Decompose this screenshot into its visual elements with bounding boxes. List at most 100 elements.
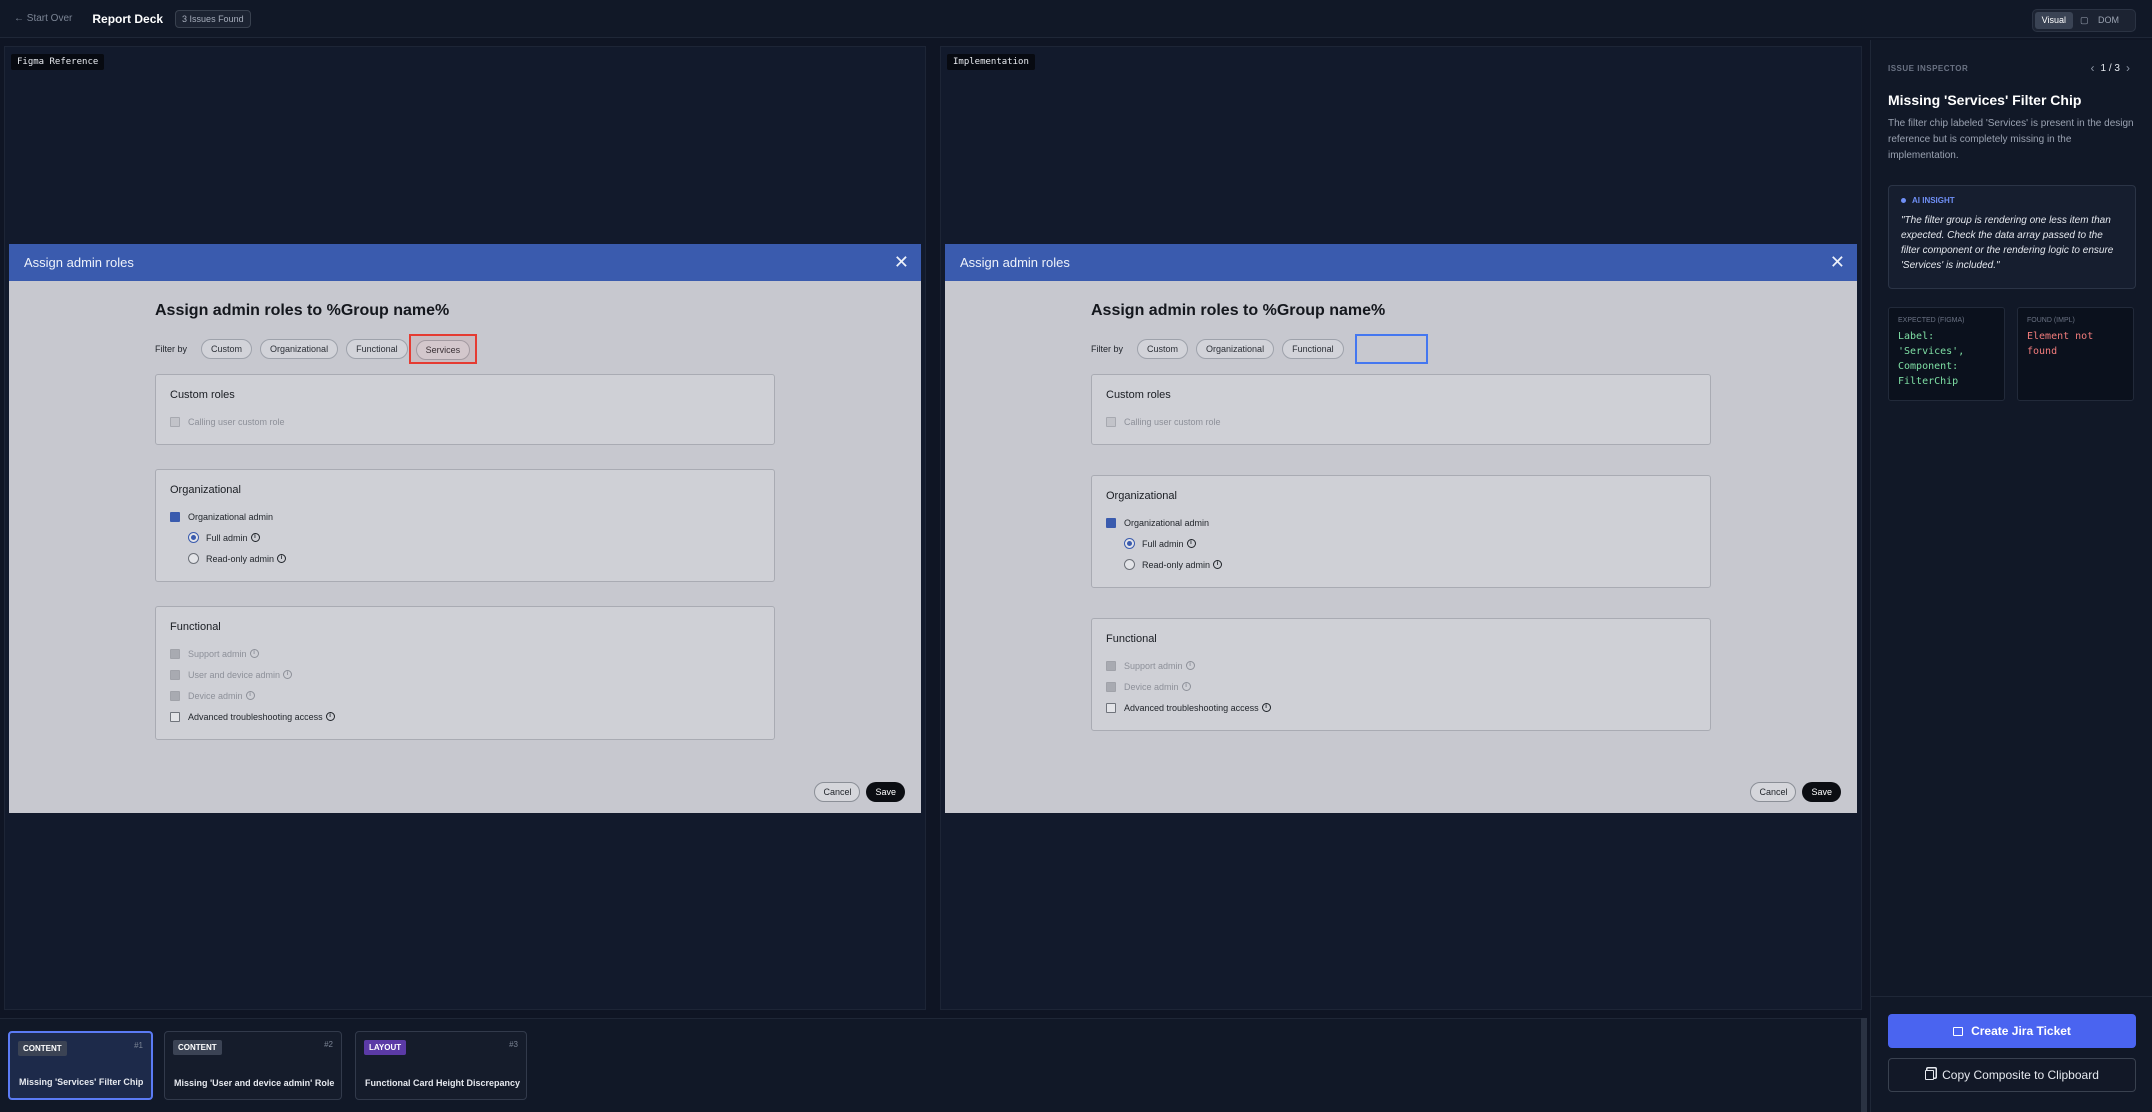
- option-label: Read-only admin: [206, 553, 275, 564]
- issue-card-title: Missing 'User and device admin' Role: [174, 1078, 335, 1088]
- copy-icon: [1925, 1070, 1935, 1080]
- checkbox[interactable]: [170, 648, 180, 659]
- issue-card-2[interactable]: CONTENT #2 Missing 'User and device admi…: [164, 1031, 342, 1100]
- info-icon: i: [1186, 539, 1196, 548]
- issue-number: #3: [509, 1040, 518, 1049]
- radio-button[interactable]: [188, 553, 199, 564]
- checkbox[interactable]: [1106, 702, 1116, 713]
- issue-pager: ‹ 1 / 3 ›: [2085, 61, 2136, 75]
- option-row: Organizational admin: [1106, 512, 1696, 533]
- option-row: Device admin i: [1106, 676, 1696, 697]
- create-jira-ticket-button[interactable]: Create Jira Ticket: [1888, 1014, 2136, 1048]
- radio-button[interactable]: [1124, 559, 1135, 570]
- found-value: Element not found: [2027, 331, 2094, 357]
- radio-button[interactable]: [1124, 538, 1135, 549]
- expected-value: Label: 'Services', Component: FilterChip: [1898, 331, 1965, 387]
- filter-row: Filter by Custom Organizational Function…: [155, 334, 775, 364]
- copy-composite-button[interactable]: Copy Composite to Clipboard: [1888, 1058, 2136, 1092]
- checkbox[interactable]: [1106, 517, 1116, 528]
- option-label: Device admin: [188, 690, 243, 701]
- category-tag: CONTENT: [173, 1040, 222, 1055]
- dialog-title: Assign admin roles to %Group name%: [1091, 302, 1386, 319]
- card-title: Organizational: [1106, 490, 1177, 502]
- inspector-header: ISSUE INSPECTOR ‹ 1 / 3 ›: [1888, 60, 2136, 76]
- view-toggle: Visual ▢ DOM: [2031, 9, 2136, 32]
- chevron-left-icon[interactable]: ‹: [2085, 61, 2101, 75]
- checkbox[interactable]: [1106, 681, 1116, 692]
- card-title: Custom roles: [1106, 389, 1171, 401]
- visual-view-button[interactable]: Visual: [2034, 12, 2073, 29]
- dialog-header: Assign admin roles ✕: [9, 244, 921, 281]
- option-label: Device admin: [1124, 681, 1179, 692]
- pane-label-implementation: Implementation: [947, 54, 1035, 70]
- option-label: Read-only admin: [1142, 559, 1211, 570]
- checkbox[interactable]: [1106, 660, 1116, 671]
- option-label: Calling user custom role: [188, 416, 285, 427]
- option-label: Advanced troubleshooting access: [188, 711, 323, 722]
- checkbox[interactable]: [170, 511, 180, 522]
- radio-row: Full admin i: [1106, 533, 1696, 554]
- dialog-title: Assign admin roles to %Group name%: [155, 302, 450, 319]
- checkbox[interactable]: [170, 690, 180, 701]
- issue-card-title: Functional Card Height Discrepancy: [365, 1078, 521, 1088]
- checkbox[interactable]: [170, 416, 180, 427]
- dom-view-label: DOM: [2098, 15, 2119, 25]
- issue-inspector-panel: ISSUE INSPECTOR ‹ 1 / 3 › Missing 'Servi…: [1870, 40, 2152, 1112]
- found-label: FOUND (IMPL): [2027, 317, 2075, 324]
- filter-chip-custom[interactable]: Custom: [1137, 339, 1189, 359]
- organizational-card: Organizational Organizational admin Full…: [155, 469, 775, 582]
- option-row: Calling user custom role: [1106, 411, 1696, 432]
- scrollbar-handle[interactable]: [1861, 1018, 1867, 1112]
- checkbox[interactable]: [170, 711, 180, 722]
- filter-chip-functional[interactable]: Functional: [1282, 339, 1344, 359]
- close-icon[interactable]: ✕: [894, 252, 909, 272]
- info-icon: i: [249, 649, 259, 658]
- filter-chip-functional[interactable]: Functional: [346, 339, 408, 359]
- option-row: Support admin i: [1106, 655, 1696, 676]
- radio-button[interactable]: [188, 532, 199, 543]
- issues-count-badge: 3 Issues Found: [175, 9, 251, 28]
- filter-chip-organizational[interactable]: Organizational: [260, 339, 339, 359]
- card-title: Organizational: [170, 484, 241, 496]
- pager-count: 1 / 3: [2100, 62, 2120, 74]
- dialog-footer: Cancel Save: [1750, 782, 1841, 802]
- issue-card-1[interactable]: CONTENT #1 Missing 'Services' Filter Chi…: [8, 1031, 153, 1100]
- dom-view-button[interactable]: ▢ DOM: [2073, 12, 2133, 29]
- option-row: Organizational admin: [170, 506, 760, 527]
- page-title: Report Deck: [92, 11, 164, 26]
- start-over-link[interactable]: ← Start Over: [14, 13, 72, 24]
- close-icon[interactable]: ✕: [1830, 252, 1845, 272]
- dialog-header-title: Assign admin roles: [24, 255, 134, 270]
- filter-chip-custom[interactable]: Custom: [201, 339, 253, 359]
- info-icon: i: [325, 712, 335, 721]
- option-row: Advanced troubleshooting access i: [1106, 697, 1696, 718]
- ai-insight-text: "The filter group is rendering one less …: [1901, 215, 2114, 271]
- expected-highlight-box: [408, 334, 478, 364]
- dialog-header: Assign admin roles ✕: [945, 244, 1857, 281]
- option-row: Device admin i: [170, 685, 760, 706]
- option-label: Calling user custom role: [1124, 416, 1221, 427]
- info-icon: i: [283, 670, 293, 679]
- cancel-button[interactable]: Cancel: [1750, 782, 1797, 802]
- option-label: Organizational admin: [1124, 517, 1210, 528]
- cancel-button[interactable]: Cancel: [814, 782, 861, 802]
- info-icon: i: [1181, 682, 1191, 691]
- radio-row: Full admin i: [170, 527, 760, 548]
- checkbox[interactable]: [1106, 416, 1116, 427]
- figma-dialog: Assign admin roles ✕ Assign admin roles …: [9, 244, 921, 813]
- save-button[interactable]: Save: [1802, 782, 1841, 802]
- issue-card-3[interactable]: LAYOUT #3 Functional Card Height Discrep…: [355, 1031, 527, 1100]
- sparkle-icon: [1901, 198, 1906, 203]
- issue-number: #1: [134, 1041, 143, 1050]
- checkbox[interactable]: [170, 669, 180, 680]
- found-box: FOUND (IMPL) Element not found: [2017, 307, 2134, 401]
- figma-reference-pane: Figma Reference Assign admin roles ✕ Ass…: [4, 46, 926, 1010]
- info-icon: i: [1261, 703, 1271, 712]
- filter-chip-organizational[interactable]: Organizational: [1196, 339, 1275, 359]
- issue-description: The filter chip labeled 'Services' is pr…: [1888, 118, 2134, 161]
- info-icon: i: [1185, 661, 1195, 670]
- chevron-right-icon[interactable]: ›: [2120, 61, 2136, 75]
- card-title: Functional: [1106, 633, 1157, 645]
- save-button[interactable]: Save: [866, 782, 905, 802]
- filter-row: Filter by Custom Organizational Function…: [1091, 334, 1711, 364]
